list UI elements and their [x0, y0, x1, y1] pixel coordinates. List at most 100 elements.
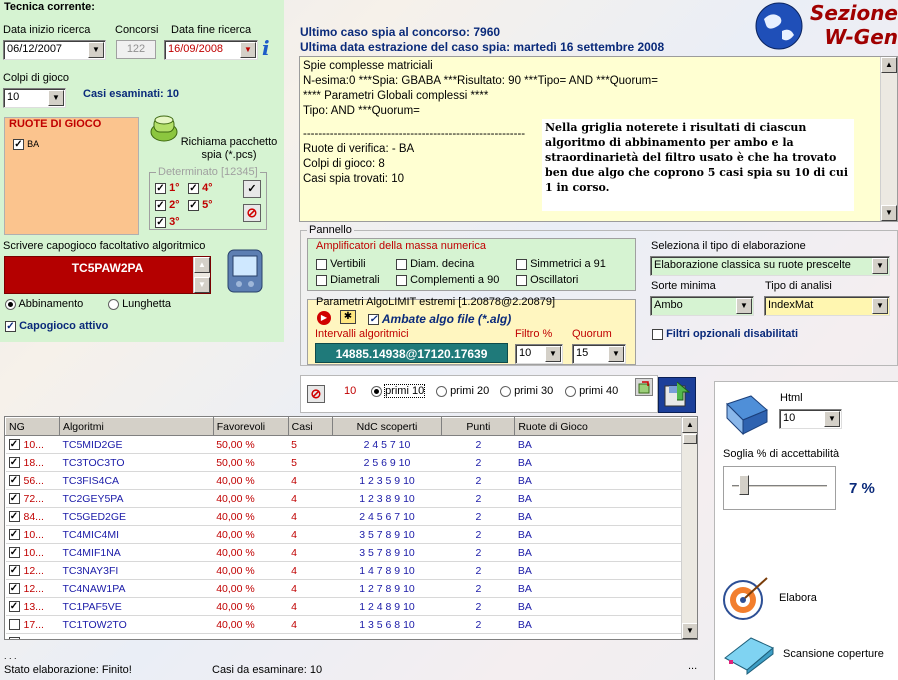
det-item-3[interactable]: ✓ 3°: [155, 216, 180, 228]
det-item-4[interactable]: ✓ 4°: [188, 182, 213, 194]
amp-diametrali[interactable]: Diametrali: [316, 274, 380, 286]
quorum-combo[interactable]: 15 ▼: [572, 344, 626, 364]
checkbox[interactable]: ✓: [188, 182, 199, 194]
html-combo[interactable]: 10 ▼: [779, 409, 842, 429]
analisi-combo[interactable]: IndexMat ▼: [764, 296, 890, 316]
det-item-5[interactable]: ✓ 5°: [188, 199, 213, 211]
checkbox[interactable]: ✓: [368, 314, 379, 326]
chevron-down-icon[interactable]: ▼: [824, 411, 840, 427]
table-row[interactable]: ✓ 10... TC4MIC4MI 40,00 % 4 3 5 7 8 9 10 2 BA: [5, 525, 683, 544]
target-icon[interactable]: [721, 574, 771, 622]
checkbox[interactable]: [316, 274, 327, 286]
checkbox[interactable]: ✓: [5, 320, 16, 332]
table-row[interactable]: ✓ 10... TC5MID2GE 50,00 % 5 2 4 5 7 10 2 BA: [5, 435, 683, 454]
table-row[interactable]: ✓ 12... TC3NAY3FI 40,00 % 4 1 4 7 8 9 10 2 BA: [5, 561, 683, 580]
concorsi-input[interactable]: 122: [116, 40, 156, 59]
col-favorevoli[interactable]: Favorevoli: [212, 417, 289, 436]
amp-oscillatori[interactable]: Oscillatori: [516, 274, 578, 286]
palmtop-icon[interactable]: [222, 246, 268, 296]
scroll-down-icon[interactable]: ▼: [194, 277, 210, 293]
table-row[interactable]: ✓ 10... TC4MIF1NA 40,00 % 4 3 5 7 8 9 10 2 BA: [5, 543, 683, 562]
checkbox[interactable]: [516, 274, 527, 286]
grid-scrollbar[interactable]: ▲ ▼: [681, 417, 697, 639]
row-checkbox[interactable]: ✓: [8, 457, 20, 469]
check-all-icon[interactable]: ✓: [243, 180, 261, 198]
colpi-combo[interactable]: 10 ▼: [3, 88, 66, 108]
row-checkbox[interactable]: ✓: [8, 547, 20, 559]
chevron-down-icon[interactable]: ▼: [545, 346, 561, 362]
ruote-item-ba[interactable]: ✓ BA: [13, 138, 39, 150]
col-ng[interactable]: NG: [5, 417, 60, 436]
amp-diam-decina[interactable]: Diam. decina: [396, 258, 474, 270]
data-fine-combo[interactable]: 16/09/2008 ▼: [164, 40, 258, 60]
primi-30-radio[interactable]: primi 30: [500, 385, 553, 397]
export-icon[interactable]: [635, 378, 653, 396]
row-checkbox[interactable]: ✓: [8, 529, 20, 541]
scroll-up-icon[interactable]: ▲: [194, 257, 210, 273]
scroll-down-icon[interactable]: ▼: [881, 205, 897, 221]
row-checkbox[interactable]: ✓: [8, 511, 20, 523]
scroll-up-icon[interactable]: ▲: [682, 417, 697, 433]
checkbox[interactable]: [396, 258, 407, 270]
report-box[interactable]: Spie complesse matriciali N-esima:0 ***S…: [299, 56, 898, 222]
table-row[interactable]: 20... TC1VEW1PA40,00 %41 2 7 8 9 102BA: [5, 633, 683, 639]
amp-complementi[interactable]: Complementi a 90: [396, 274, 499, 286]
chevron-down-icon[interactable]: ▼: [48, 90, 64, 106]
radio[interactable]: [436, 385, 447, 397]
filtro-combo[interactable]: 10 ▼: [515, 344, 563, 364]
primi-20-radio[interactable]: primi 20: [436, 385, 489, 397]
table-row[interactable]: ✓ 84... TC5GED2GE 40,00 % 4 2 4 5 6 7 10 2 BA: [5, 507, 683, 526]
radio[interactable]: [565, 385, 576, 397]
checkbox[interactable]: ✓: [155, 182, 166, 194]
intervalli-field[interactable]: 14885.14938@17120.17639: [315, 343, 508, 363]
amp-vertibili[interactable]: Vertibili: [316, 258, 366, 270]
table-row[interactable]: ✓ 56... TC3FIS4CA 40,00 % 4 1 2 3 5 9 10 2 BA: [5, 471, 683, 490]
capogioco-attivo-checkbox[interactable]: ✓ Capogioco attivo: [5, 320, 108, 332]
checkbox[interactable]: [516, 258, 527, 270]
col-punti[interactable]: Punti: [441, 417, 516, 436]
radio[interactable]: [5, 298, 16, 310]
chevron-down-icon[interactable]: ▼: [872, 258, 888, 274]
checkbox[interactable]: ✓: [13, 138, 24, 150]
row-checkbox[interactable]: ✓: [8, 601, 20, 613]
col-algoritmi[interactable]: Algoritmi: [58, 417, 214, 436]
scroll-down-icon[interactable]: ▼: [682, 623, 697, 639]
results-grid[interactable]: NG Algoritmi Favorevoli Casi NdC scopert…: [4, 416, 698, 640]
chevron-down-icon[interactable]: ▼: [736, 298, 752, 314]
chevron-down-icon[interactable]: ▼: [240, 42, 256, 58]
capogioco-input[interactable]: TC5PAW2PA ▲ ▼: [4, 256, 211, 294]
checkbox[interactable]: [396, 274, 407, 286]
row-checkbox[interactable]: ✓: [8, 475, 20, 487]
row-checkbox[interactable]: ✓: [8, 439, 20, 451]
det-item-2[interactable]: ✓ 2°: [155, 199, 180, 211]
col-ndc[interactable]: NdC scoperti: [331, 417, 443, 436]
star-icon[interactable]: ✱: [340, 310, 356, 324]
filtri-checkbox[interactable]: Filtri opzionali disabilitati: [652, 328, 798, 340]
row-checkbox[interactable]: ✓: [8, 565, 20, 577]
save-icon[interactable]: [658, 377, 696, 413]
scansione-button[interactable]: Scansione coperture: [783, 648, 884, 660]
row-checkbox[interactable]: ✓: [8, 493, 20, 505]
chevron-down-icon[interactable]: ▼: [608, 346, 624, 362]
col-ruote[interactable]: Ruote di Gioco: [514, 417, 683, 436]
clear-icon[interactable]: ⊘: [307, 385, 325, 403]
radio[interactable]: [371, 385, 382, 397]
amp-simmetrici[interactable]: Simmetrici a 91: [516, 258, 606, 270]
scroll-thumb[interactable]: [683, 434, 697, 444]
info-icon[interactable]: i: [262, 36, 280, 60]
report-scrollbar[interactable]: ▲ ▼: [880, 57, 897, 221]
capogioco-scrollbar[interactable]: ▲ ▼: [193, 257, 210, 293]
primi-10-radio[interactable]: primi 10: [371, 384, 426, 398]
table-row[interactable]: ✓ 13... TC1PAF5VE 40,00 % 4 1 2 4 8 9 10 2 BA: [5, 597, 683, 616]
primi-40-radio[interactable]: primi 40: [565, 385, 618, 397]
abbinamento-radio[interactable]: Abbinamento: [5, 298, 83, 310]
col-casi[interactable]: Casi: [287, 417, 333, 436]
table-row[interactable]: ✓ 12... TC4NAW1PA 40,00 % 4 1 2 7 8 9 10 2 BA: [5, 579, 683, 598]
lunghetta-radio[interactable]: Lunghetta: [108, 298, 171, 310]
ambate-checkbox[interactable]: ✓ Ambate algo file (*.alg): [368, 312, 511, 326]
checkbox[interactable]: [652, 328, 663, 340]
checkbox[interactable]: ✓: [155, 199, 166, 211]
row-checkbox[interactable]: [8, 637, 20, 639]
html-book-icon[interactable]: [721, 392, 773, 442]
chevron-down-icon[interactable]: ▼: [88, 42, 104, 58]
